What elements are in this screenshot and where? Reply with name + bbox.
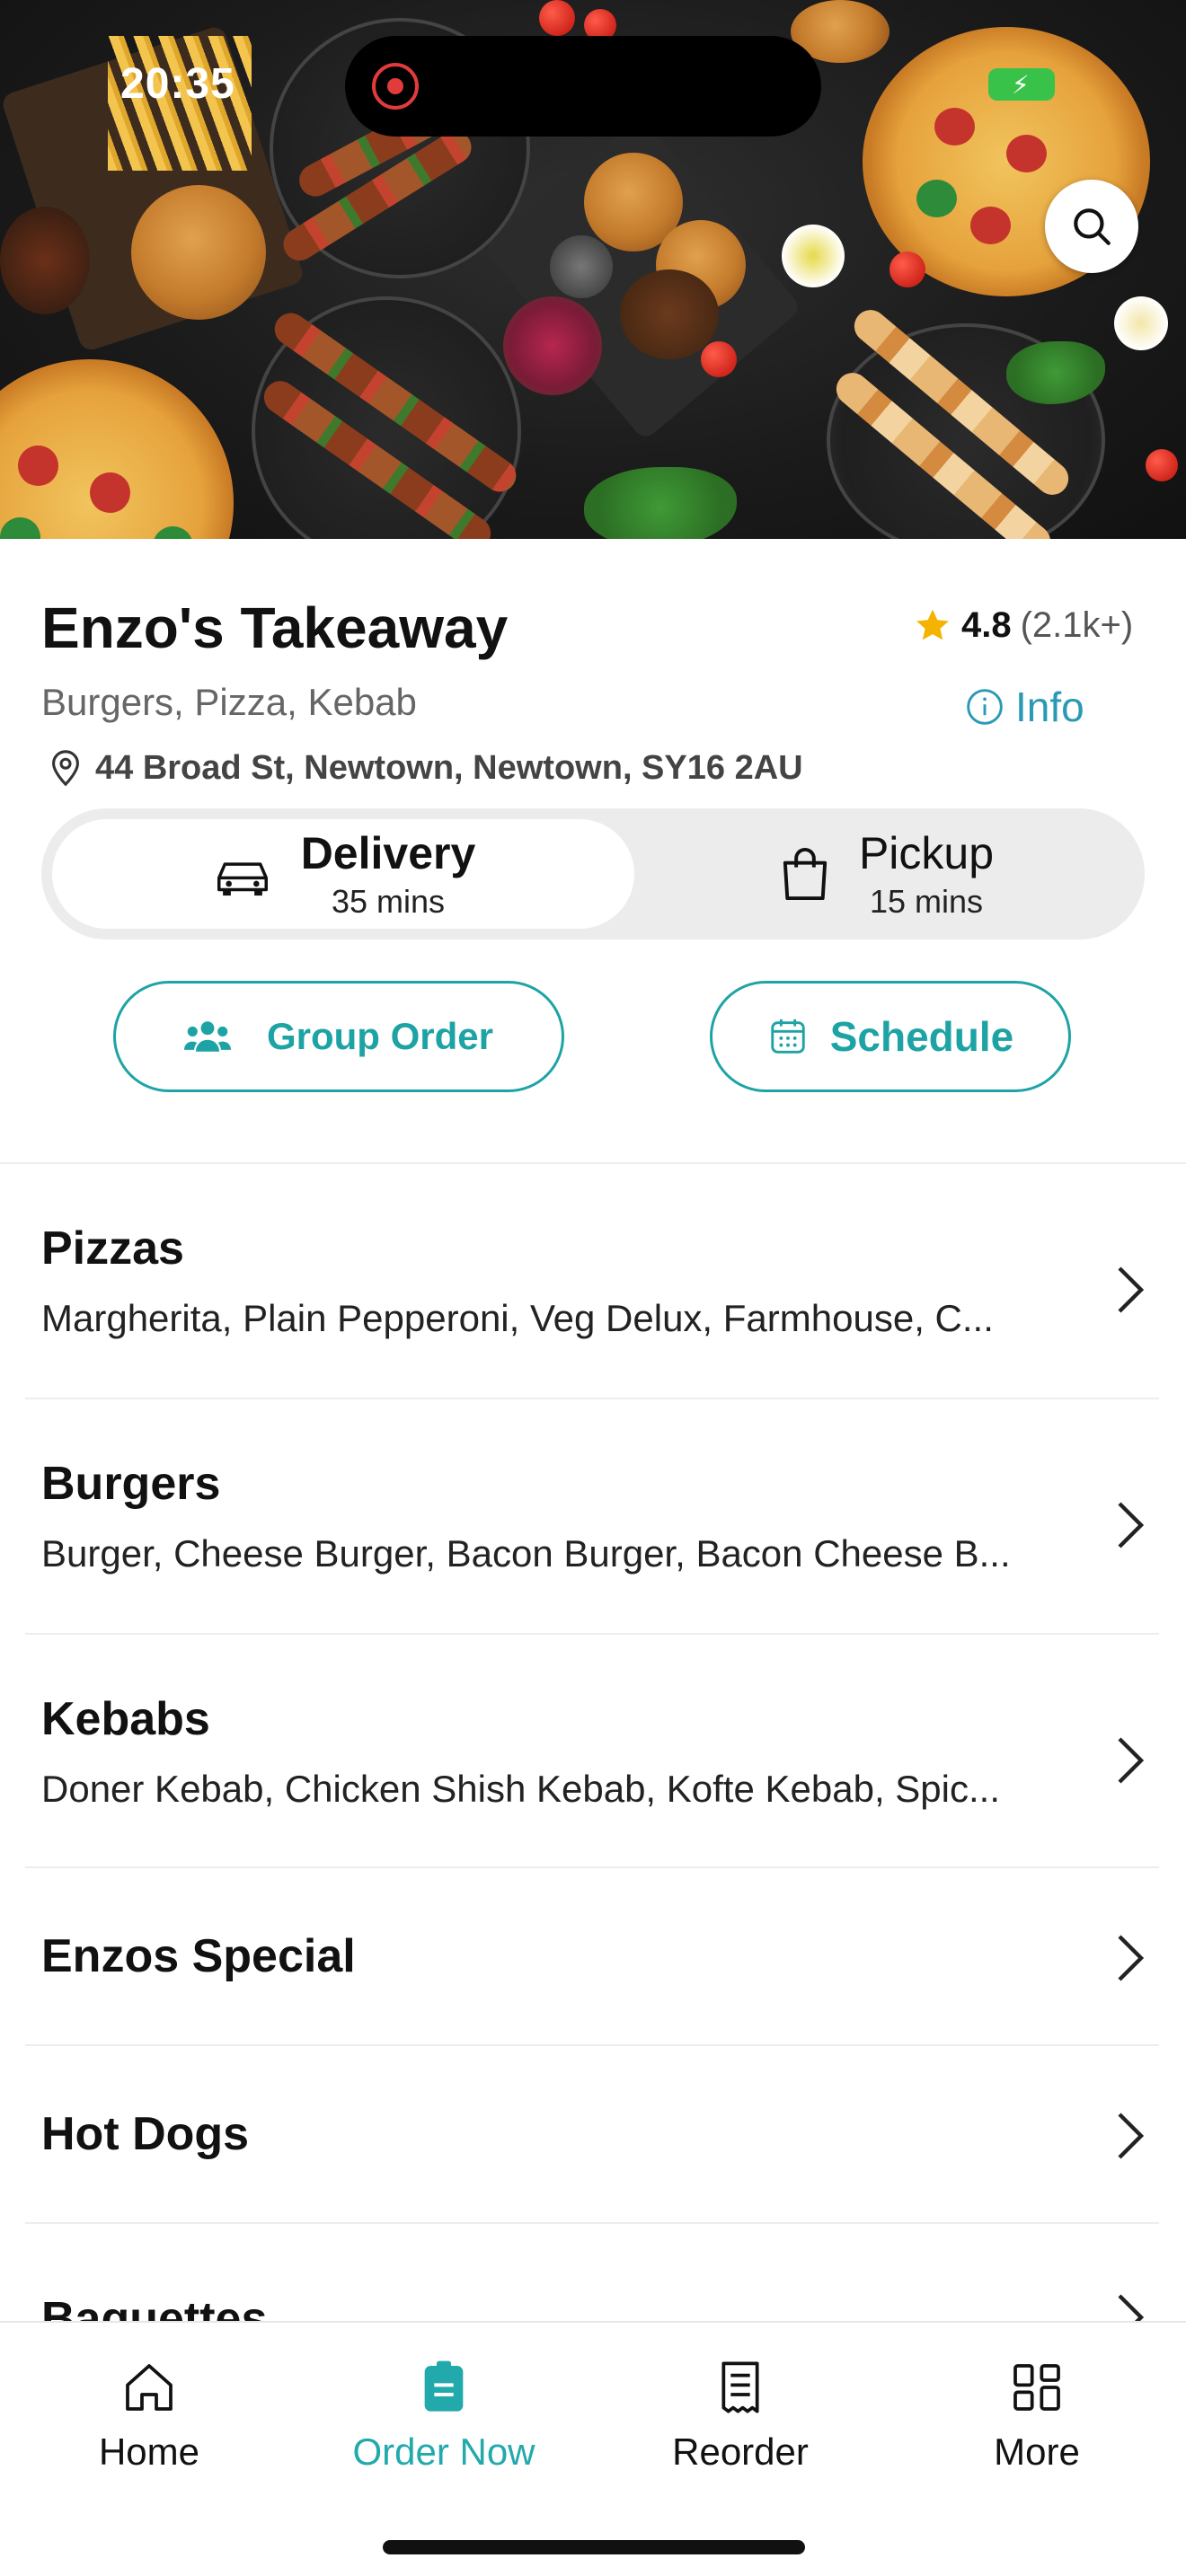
group-order-button[interactable]: Group Order: [113, 981, 564, 1092]
schedule-button[interactable]: Schedule: [710, 981, 1071, 1092]
hero-food-image: 20:35 ⚡: [0, 0, 1186, 539]
tab-more[interactable]: More: [902, 2359, 1172, 2474]
pickup-label: Pickup: [858, 828, 995, 878]
category-title: Hot Dogs: [41, 2108, 250, 2160]
tab-order-now[interactable]: Order Now: [309, 2359, 579, 2474]
tomato-graphic: [539, 0, 575, 36]
receipt-icon: [721, 2361, 759, 2413]
order-menu-icon: [424, 2360, 464, 2412]
car-icon: [217, 862, 268, 896]
tab-reorder[interactable]: Reorder: [606, 2359, 875, 2474]
chevron-right-icon: [1118, 1266, 1145, 1313]
onion-bowl-graphic: [503, 296, 602, 395]
pickup-time: 15 mins: [869, 883, 984, 920]
tab-reorder-label: Reorder: [672, 2430, 809, 2473]
address: 44 Broad St, Newtown, Newtown, SY16 2AU: [45, 747, 803, 789]
category-items: Doner Kebab, Chicken Shish Kebab, Kofte …: [41, 1768, 1001, 1810]
delivery-time: 35 mins: [331, 883, 446, 920]
rating-count: (2.1k+): [1020, 605, 1134, 645]
info-button[interactable]: Info: [965, 683, 1084, 731]
home-indicator[interactable]: [383, 2540, 805, 2554]
chevron-right-icon: [1118, 1737, 1145, 1784]
calendar-icon: [771, 1019, 805, 1054]
category-row-burgers[interactable]: Burgers Burger, Cheese Burger, Bacon Bur…: [25, 1399, 1159, 1635]
location-pin-icon: [52, 750, 79, 787]
chevron-right-icon: [1118, 2113, 1145, 2159]
tab-order-now-label: Order Now: [352, 2430, 535, 2473]
chevron-right-icon: [1118, 1502, 1145, 1548]
pizza-graphic: [0, 359, 234, 539]
chevron-right-icon: [1118, 1935, 1145, 1981]
tab-more-label: More: [994, 2430, 1080, 2473]
battery-charging-icon: ⚡: [988, 68, 1055, 101]
home-icon: [126, 2364, 173, 2411]
star-icon: [916, 609, 949, 640]
address-text: 44 Broad St, Newtown, Newtown, SY16 2AU: [95, 748, 803, 787]
rating-score: 4.8: [961, 605, 1012, 645]
category-row-kebabs[interactable]: Kebabs Doner Kebab, Chicken Shish Kebab,…: [25, 1635, 1159, 1868]
search-button[interactable]: [1045, 180, 1138, 273]
tomato-graphic: [890, 251, 925, 287]
shopping-bag-icon: [783, 847, 828, 901]
bottom-tab-bar: Home Order Now Reorder More: [0, 2321, 1186, 2576]
group-icon: [183, 1021, 231, 1052]
info-label: Info: [1015, 684, 1084, 730]
dynamic-island: [345, 36, 821, 137]
category-row-pizzas[interactable]: Pizzas Margherita, Plain Pepperoni, Veg …: [25, 1164, 1159, 1399]
category-row-enzos-special[interactable]: Enzos Special: [25, 1868, 1159, 2046]
category-row-hot-dogs[interactable]: Hot Dogs: [25, 2046, 1159, 2224]
tomato-graphic: [1146, 449, 1178, 481]
category-title: Kebabs: [41, 1693, 210, 1745]
tab-home-label: Home: [98, 2430, 200, 2473]
jar-graphic: [0, 207, 90, 314]
sauce-bowl-graphic: [782, 225, 845, 287]
pickup-option[interactable]: Pickup 15 mins: [634, 819, 1137, 929]
spice-bowl-graphic: [550, 235, 613, 298]
rating: 4.8 (2.1k+): [913, 605, 1133, 646]
status-time: 20:35: [120, 60, 235, 108]
delivery-option[interactable]: Delivery 35 mins: [52, 819, 634, 929]
cuisine-list: Burgers, Pizza, Kebab: [41, 681, 417, 723]
patty-graphic: [620, 269, 719, 359]
schedule-label: Schedule: [829, 1013, 1014, 1060]
herb-graphic: [584, 467, 737, 539]
info-icon: [967, 689, 1003, 725]
category-title: Enzos Special: [41, 1930, 356, 1982]
category-title: Burgers: [41, 1458, 221, 1510]
search-icon: [1074, 208, 1111, 245]
category-title: Pizzas: [41, 1222, 184, 1275]
fulfilment-toggle: Delivery 35 mins Pickup 15 mins: [41, 808, 1145, 940]
category-items: Margherita, Plain Pepperoni, Veg Delux, …: [41, 1297, 994, 1339]
category-items: Burger, Cheese Burger, Bacon Burger, Bac…: [41, 1532, 1011, 1575]
sauce-bowl-graphic: [1114, 296, 1168, 350]
restaurant-name: Enzo's Takeaway: [41, 595, 509, 660]
tomato-graphic: [701, 341, 737, 377]
burger-graphic: [131, 185, 266, 320]
tab-home[interactable]: Home: [14, 2359, 284, 2474]
group-order-label: Group Order: [266, 1015, 494, 1057]
recording-indicator-icon: [372, 63, 419, 110]
grid-more-icon: [1013, 2364, 1060, 2411]
delivery-label: Delivery: [300, 828, 476, 878]
